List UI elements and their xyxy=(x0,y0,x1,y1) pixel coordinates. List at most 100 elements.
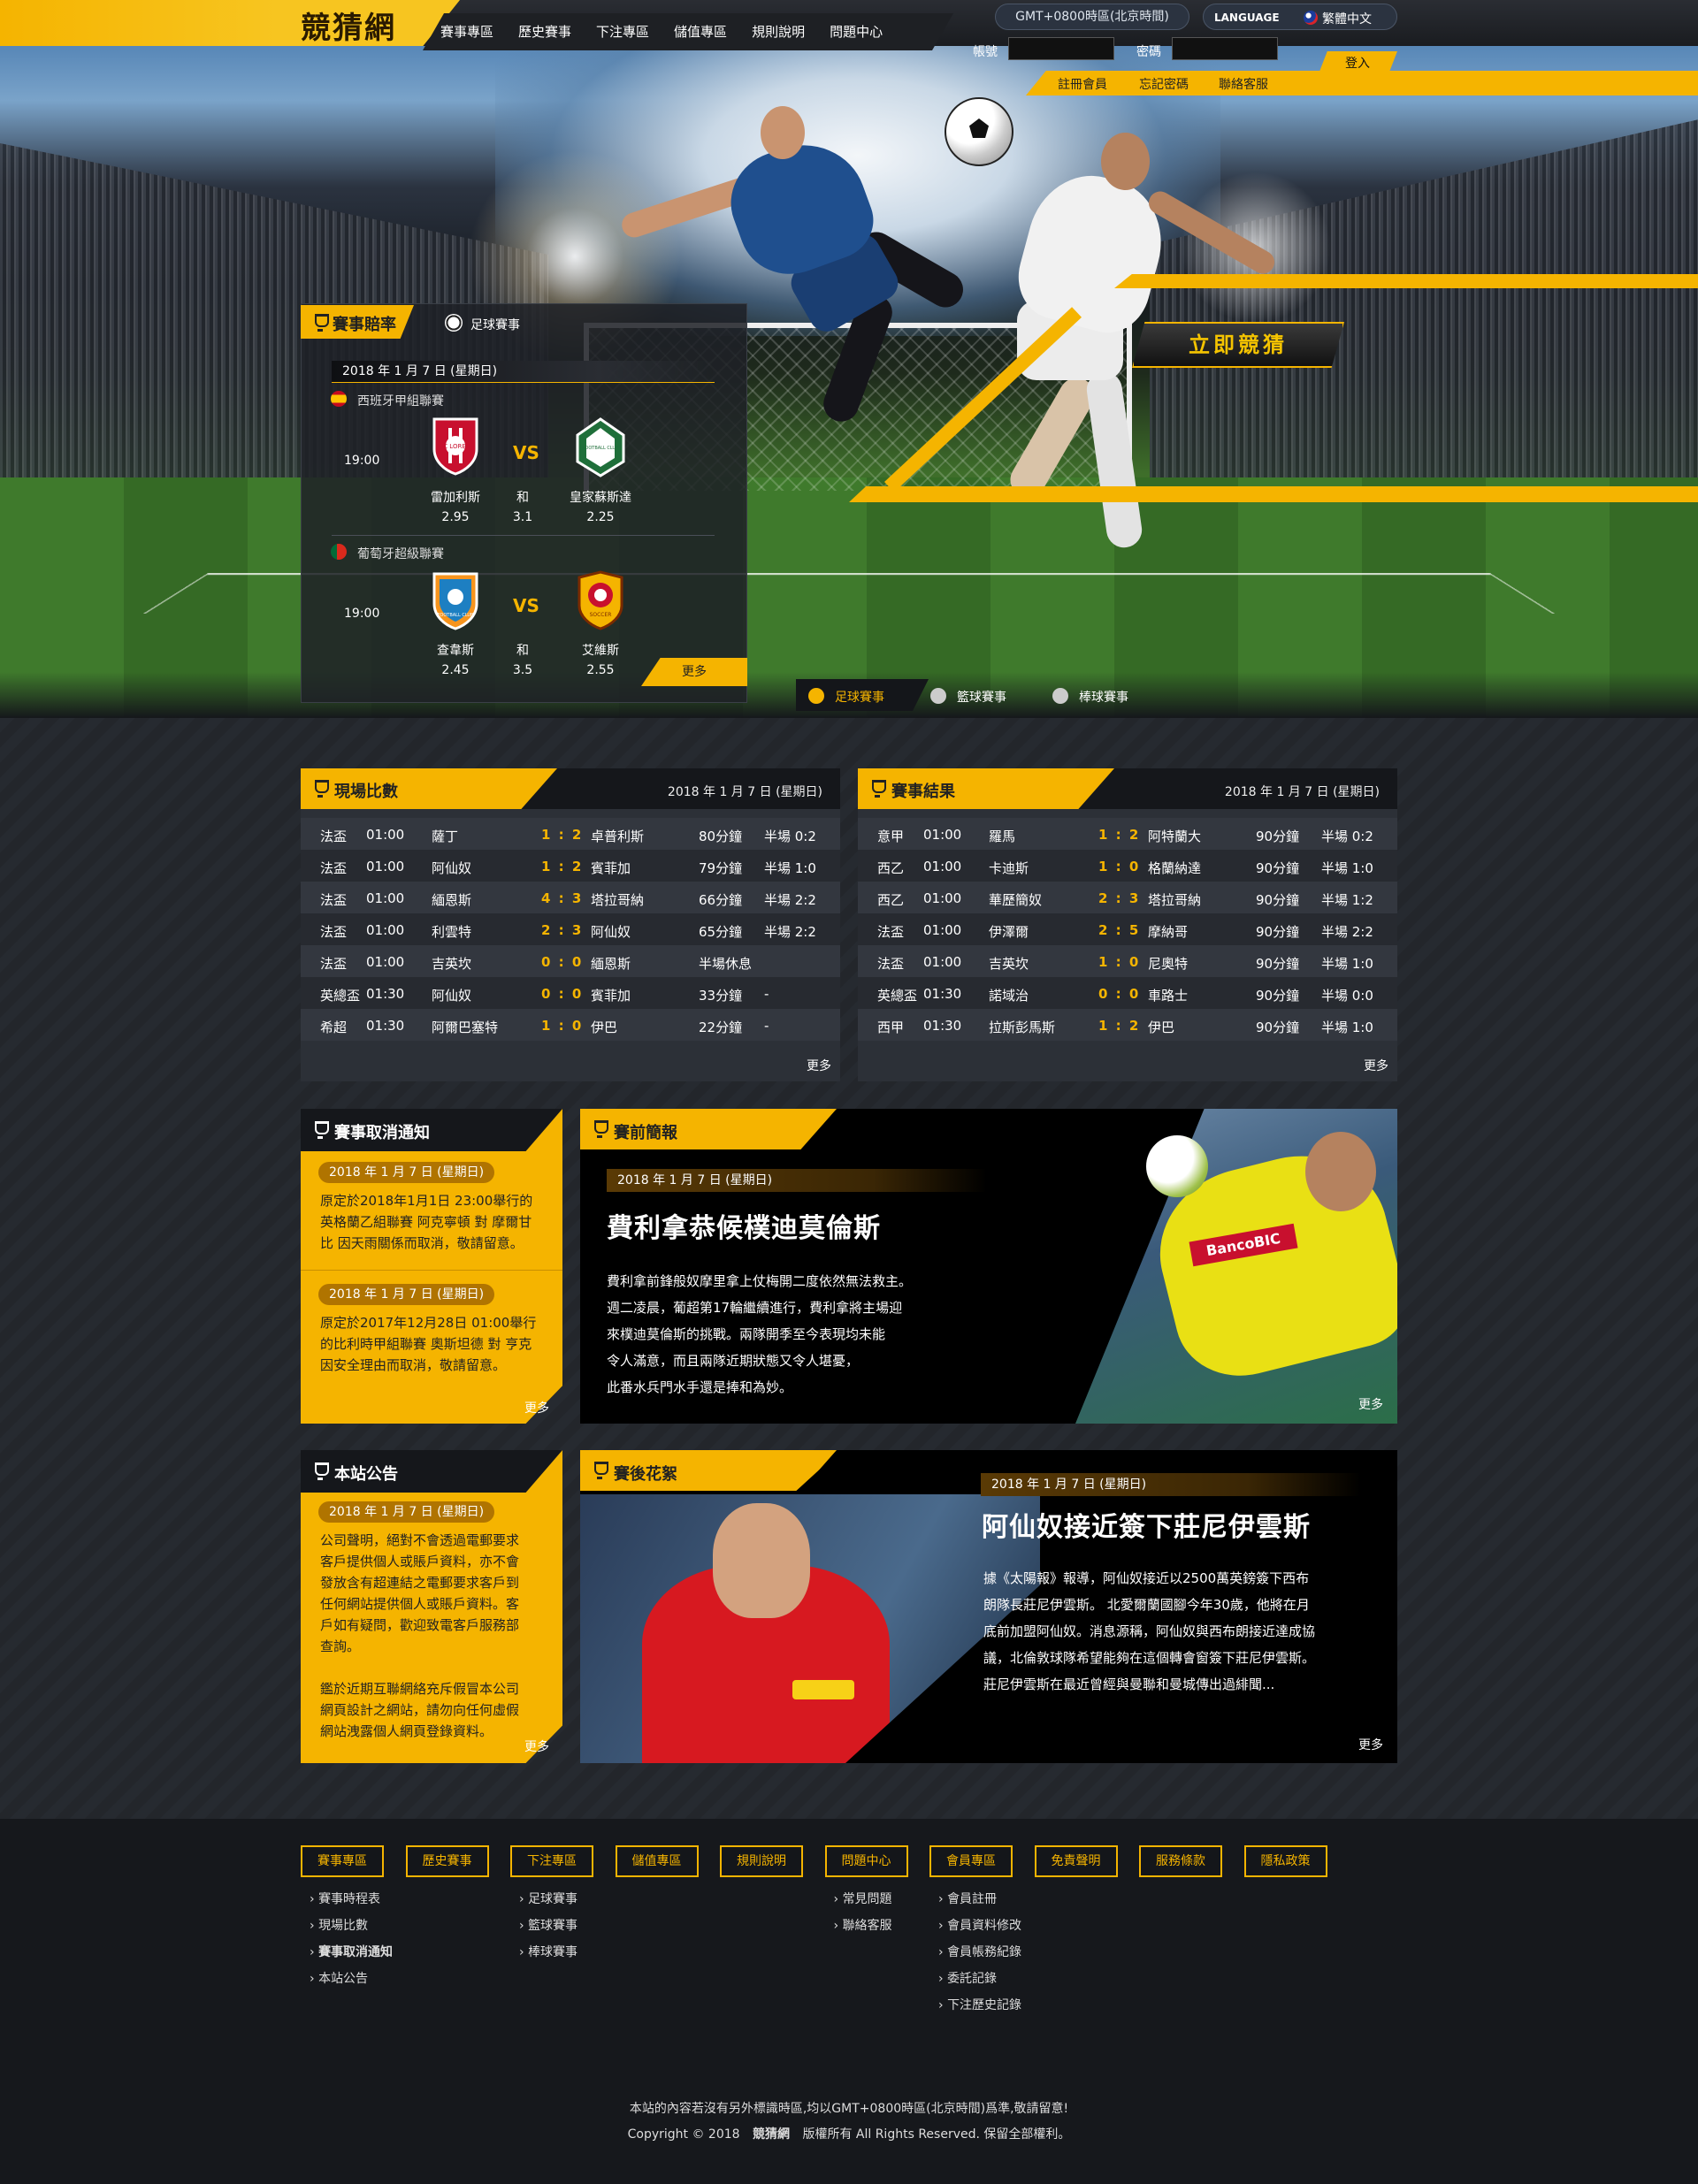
draw-odds[interactable]: 3.5 xyxy=(483,663,562,677)
score-row[interactable]: 意甲 01:00 羅馬 1 : 2 阿特蘭大 90分鐘 半場 0:2 xyxy=(858,818,1397,850)
score-row[interactable]: 西乙 01:00 華歷簡奴 2 : 3 塔拉哥納 90分鐘 半場 1:2 xyxy=(858,882,1397,913)
footer-link[interactable]: › 下注歷史記錄 xyxy=(938,1996,1021,2013)
password-input[interactable] xyxy=(1172,37,1278,60)
post-match-text: 據《太陽報》報導，阿仙奴接近以2500萬英鎊簽下西布 朗隊長莊尼伊雲斯。 北愛爾… xyxy=(983,1565,1315,1698)
forgot-password-link[interactable]: 忘記密碼 xyxy=(1139,75,1189,93)
score-row[interactable]: 英總盃 01:30 阿仙奴 0 : 0 賓菲加 33分鐘 - xyxy=(301,977,840,1009)
footer-category[interactable]: 賽事專區 xyxy=(301,1845,384,1877)
post-match-headline[interactable]: 阿仙奴接近簽下莊尼伊雲斯 xyxy=(982,1505,1311,1544)
footer-category[interactable]: 歷史賽事 xyxy=(405,1845,489,1877)
score-row[interactable]: 西乙 01:00 卡迪斯 1 : 0 格蘭納達 90分鐘 半場 1:0 xyxy=(858,850,1397,882)
home-team: 吉英坎 xyxy=(432,956,472,972)
score-row[interactable]: 法盃 01:00 利雲特 2 : 3 阿仙奴 65分鐘 半場 2:2 xyxy=(301,913,840,945)
score-row[interactable]: 法盃 01:00 吉英坎 1 : 0 尼奧特 90分鐘 半場 1:0 xyxy=(858,945,1397,977)
preview-line: 來樸迪莫倫斯的挑戰。兩隊開季至今表現均未能 xyxy=(607,1326,886,1342)
score-row[interactable]: 法盃 01:00 阿仙奴 1 : 2 賓菲加 79分鐘 半場 1:0 xyxy=(301,850,840,882)
away-odds[interactable]: 2.55 xyxy=(561,663,640,677)
time: 01:30 xyxy=(923,986,962,1002)
main-nav: 賽事專區 歷史賽事 下注專區 儲值專區 規則說明 問題中心 xyxy=(423,13,953,50)
score-row[interactable]: 希超 01:30 阿爾巴塞特 1 : 0 伊巴 22分鐘 - xyxy=(301,1009,840,1041)
home-team: 華歷簡奴 xyxy=(989,892,1043,908)
time: 01:30 xyxy=(923,1018,962,1034)
preview-more[interactable]: 更多 xyxy=(1358,1395,1383,1413)
site-logo[interactable]: 競猜網 xyxy=(301,4,396,46)
preview-line: 此番水兵門水手還是捧和為妙。 xyxy=(607,1379,793,1395)
account-input[interactable] xyxy=(1008,37,1114,60)
score-row[interactable]: 法盃 01:00 緬恩斯 4 : 3 塔拉哥納 66分鐘 半場 2:2 xyxy=(301,882,840,913)
nav-item-betting[interactable]: 下注專區 xyxy=(596,22,649,41)
sport-tab-baseball-label[interactable]: 棒球賽事 xyxy=(1079,688,1128,706)
language-selector[interactable]: LANGUAGE 繁體中文 xyxy=(1203,4,1397,30)
nav-item-deposit[interactable]: 儲值專區 xyxy=(674,22,727,41)
footer-category[interactable]: 規則說明 xyxy=(720,1845,803,1877)
live-scores-title: 現場比數 xyxy=(334,783,398,801)
team-crest-away-icon[interactable]: SOCCER xyxy=(576,570,625,630)
footer-link[interactable]: › 棒球賽事 xyxy=(519,1943,577,1960)
team-crest-home-icon[interactable]: FC LOREM xyxy=(431,416,480,476)
score: 2 : 3 xyxy=(541,922,584,938)
footer-category[interactable]: 下注專區 xyxy=(510,1845,593,1877)
preview-headline[interactable]: 費利拿恭候樸迪莫倫斯 xyxy=(607,1206,881,1245)
home-team: 阿仙奴 xyxy=(432,988,472,1004)
notice-text: 原定於2018年1月1日 23:00舉行的 英格蘭乙組聯賽 阿克寧頓 對 摩爾甘… xyxy=(320,1190,532,1254)
footer-link[interactable]: › 委託記錄 xyxy=(938,1969,997,1987)
score-row[interactable]: 法盃 01:00 薩丁 1 : 2 卓普利斯 80分鐘 半場 0:2 xyxy=(301,818,840,850)
cancel-notice-panel: 賽事取消通知 2018 年 1 月 7 日 (星期日) 原定於2018年1月1日… xyxy=(301,1109,562,1424)
footer-link[interactable]: › 會員帳務紀錄 xyxy=(938,1943,1021,1960)
score: 1 : 2 xyxy=(541,827,584,843)
live-scores-more[interactable]: 更多 xyxy=(807,1057,831,1074)
footer-category[interactable]: 隱私政策 xyxy=(1243,1845,1327,1877)
footer-link[interactable]: › 聯絡客服 xyxy=(834,1916,892,1934)
away-odds[interactable]: 2.25 xyxy=(561,510,640,524)
footer-category[interactable]: 儲值專區 xyxy=(615,1845,699,1877)
chevron-right-icon: › xyxy=(833,1892,843,1906)
notice-text: 原定於2017年12月28日 01:00舉行 的比利時甲組聯賽 奧斯坦德 對 亨… xyxy=(320,1312,536,1376)
score-row[interactable]: 法盃 01:00 伊澤爾 2 : 5 摩納哥 90分鐘 半場 2:2 xyxy=(858,913,1397,945)
football-tab[interactable]: 足球賽事 xyxy=(470,316,520,333)
home-team: 拉斯彭馬斯 xyxy=(989,1019,1056,1035)
nav-item-rules[interactable]: 規則說明 xyxy=(752,22,805,41)
account-links: 註冊會員 忘記密碼 聯絡客服 xyxy=(1026,71,1698,95)
footer-category[interactable]: 會員專區 xyxy=(929,1845,1013,1877)
league: 西乙 xyxy=(877,860,905,876)
team-crest-away-icon[interactable]: FOOTBALL CLUB xyxy=(576,417,625,477)
footer-link-label: 聯絡客服 xyxy=(842,1919,892,1933)
draw-odds[interactable]: 3.1 xyxy=(483,510,562,524)
sport-tab-basketball-label[interactable]: 籃球賽事 xyxy=(957,688,1006,706)
footer-link[interactable]: › 本站公告 xyxy=(310,1969,368,1987)
nav-item-events[interactable]: 賽事專區 xyxy=(440,22,493,41)
footer-link[interactable]: › 常見問題 xyxy=(834,1890,892,1907)
notice-line: 發放含有超連結之電郵要求客戶到 xyxy=(320,1575,520,1591)
time: 01:00 xyxy=(366,890,405,906)
footer-link[interactable]: › 賽事取消通知 xyxy=(310,1943,393,1960)
nav-item-history[interactable]: 歷史賽事 xyxy=(518,22,571,41)
footer-category[interactable]: 服務條款 xyxy=(1139,1845,1222,1877)
notice-date: 2018 年 1 月 7 日 (星期日) xyxy=(318,1501,495,1523)
team-crest-home-icon[interactable]: FOOTBALL CLUB xyxy=(431,570,480,630)
footer-link[interactable]: › 足球賽事 xyxy=(519,1890,577,1907)
footer-category[interactable]: 免責聲明 xyxy=(1034,1845,1118,1877)
score-row[interactable]: 法盃 01:00 吉英坎 0 : 0 緬恩斯 半場休息 xyxy=(301,945,840,977)
score-row[interactable]: 英總盃 01:30 諾域治 0 : 0 車路士 90分鐘 半場 0:0 xyxy=(858,977,1397,1009)
away-team: 格蘭納達 xyxy=(1148,860,1202,876)
half-time: 半場 2:2 xyxy=(1321,924,1373,940)
score-row[interactable]: 西甲 01:30 拉斯彭馬斯 1 : 2 伊巴 90分鐘 半場 1:0 xyxy=(858,1009,1397,1041)
results-more[interactable]: 更多 xyxy=(1364,1057,1388,1074)
panel-tab: 現場比數 xyxy=(301,768,557,809)
footer-category[interactable]: 問題中心 xyxy=(824,1845,908,1877)
timezone-display: GMT+0800時區(北京時間) xyxy=(995,4,1189,30)
contact-support-link[interactable]: 聯絡客服 xyxy=(1219,75,1268,93)
footer-link[interactable]: › 籃球賽事 xyxy=(519,1916,577,1934)
bet-now-button[interactable]: 立即競猜 xyxy=(1132,322,1344,368)
sport-tab-football-label[interactable]: 足球賽事 xyxy=(835,688,884,706)
footer-link[interactable]: › 現場比數 xyxy=(310,1916,368,1934)
post-match-more[interactable]: 更多 xyxy=(1358,1736,1383,1753)
sponsor-logo xyxy=(792,1680,854,1699)
nav-item-help[interactable]: 問題中心 xyxy=(830,22,883,41)
cancel-notice-more[interactable]: 更多 xyxy=(524,1399,549,1417)
footer-link[interactable]: › 賽事時程表 xyxy=(310,1890,380,1907)
footer-link[interactable]: › 會員註冊 xyxy=(938,1890,997,1907)
footer-link[interactable]: › 會員資料修改 xyxy=(938,1916,1021,1934)
site-notice-more[interactable]: 更多 xyxy=(524,1737,549,1755)
register-link[interactable]: 註冊會員 xyxy=(1058,75,1107,93)
